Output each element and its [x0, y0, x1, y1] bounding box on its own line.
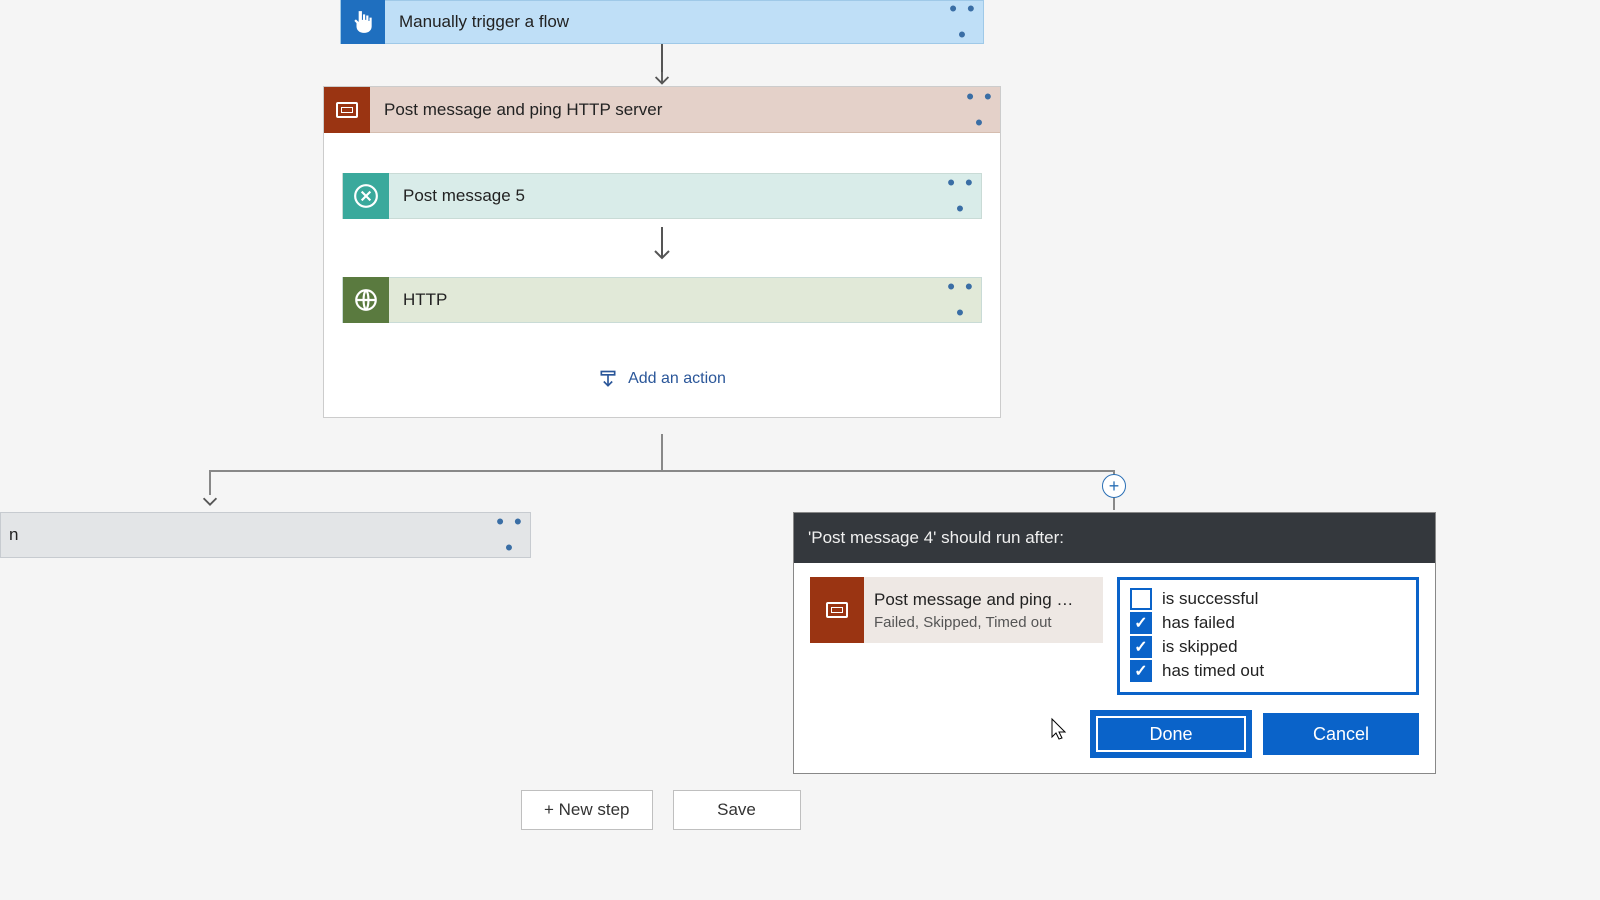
- insert-step-button[interactable]: +: [1102, 474, 1126, 498]
- branch-action-title: n: [9, 525, 490, 545]
- trigger-card[interactable]: Manually trigger a flow • • •: [340, 0, 984, 44]
- scope-title: Post message and ping HTTP server: [384, 100, 960, 120]
- add-action-icon: [598, 369, 618, 389]
- slack-icon: [343, 173, 389, 219]
- action-http[interactable]: HTTP • • •: [342, 277, 982, 323]
- checkbox-is-successful[interactable]: [1130, 588, 1152, 610]
- checkbox-label: has timed out: [1162, 661, 1264, 681]
- scope-icon: [324, 87, 370, 133]
- dependency-card[interactable]: Post message and ping HTTP s... Failed, …: [810, 577, 1103, 643]
- branch-action-card[interactable]: n • • •: [0, 512, 531, 558]
- scope-icon: [810, 577, 864, 643]
- checkbox-is-skipped[interactable]: [1130, 636, 1152, 658]
- action-title: HTTP: [403, 290, 941, 310]
- checkbox-label: is skipped: [1162, 637, 1238, 657]
- dialog-header: 'Post message 4' should run after:: [794, 513, 1435, 563]
- done-button[interactable]: Done: [1093, 713, 1249, 755]
- scope-container: Post message and ping HTTP server • • • …: [323, 86, 1001, 418]
- scope-menu-button[interactable]: • • •: [960, 84, 1000, 136]
- globe-icon: [343, 277, 389, 323]
- dependency-status: Failed, Skipped, Timed out: [874, 614, 1084, 631]
- add-action-button[interactable]: Add an action: [342, 369, 982, 389]
- run-after-checkbox-group: is successful has failed is skipped has …: [1117, 577, 1419, 695]
- action-title: Post message 5: [403, 186, 941, 206]
- save-button[interactable]: Save: [673, 790, 801, 830]
- branch-action-menu-button[interactable]: • • •: [490, 509, 530, 561]
- action-post-message-5[interactable]: Post message 5 • • •: [342, 173, 982, 219]
- connector-arrow: [342, 227, 982, 267]
- connector-line: [661, 434, 663, 470]
- checkbox-label: is successful: [1162, 589, 1258, 609]
- connector-line: [209, 470, 1115, 472]
- trigger-menu-button[interactable]: • • •: [943, 0, 983, 48]
- action2-menu-button[interactable]: • • •: [941, 274, 981, 326]
- scope-header[interactable]: Post message and ping HTTP server • • •: [324, 87, 1000, 133]
- checkbox-label: has failed: [1162, 613, 1235, 633]
- checkbox-has-timed-out[interactable]: [1130, 660, 1152, 682]
- dependency-title: Post message and ping HTTP s...: [874, 590, 1084, 610]
- action1-menu-button[interactable]: • • •: [941, 170, 981, 222]
- new-step-button[interactable]: + New step: [521, 790, 653, 830]
- add-action-label: Add an action: [628, 370, 726, 388]
- manual-trigger-icon: [341, 0, 385, 44]
- run-after-dialog: 'Post message 4' should run after: Post …: [793, 512, 1436, 774]
- trigger-title: Manually trigger a flow: [399, 12, 943, 32]
- checkbox-has-failed[interactable]: [1130, 612, 1152, 634]
- cancel-button[interactable]: Cancel: [1263, 713, 1419, 755]
